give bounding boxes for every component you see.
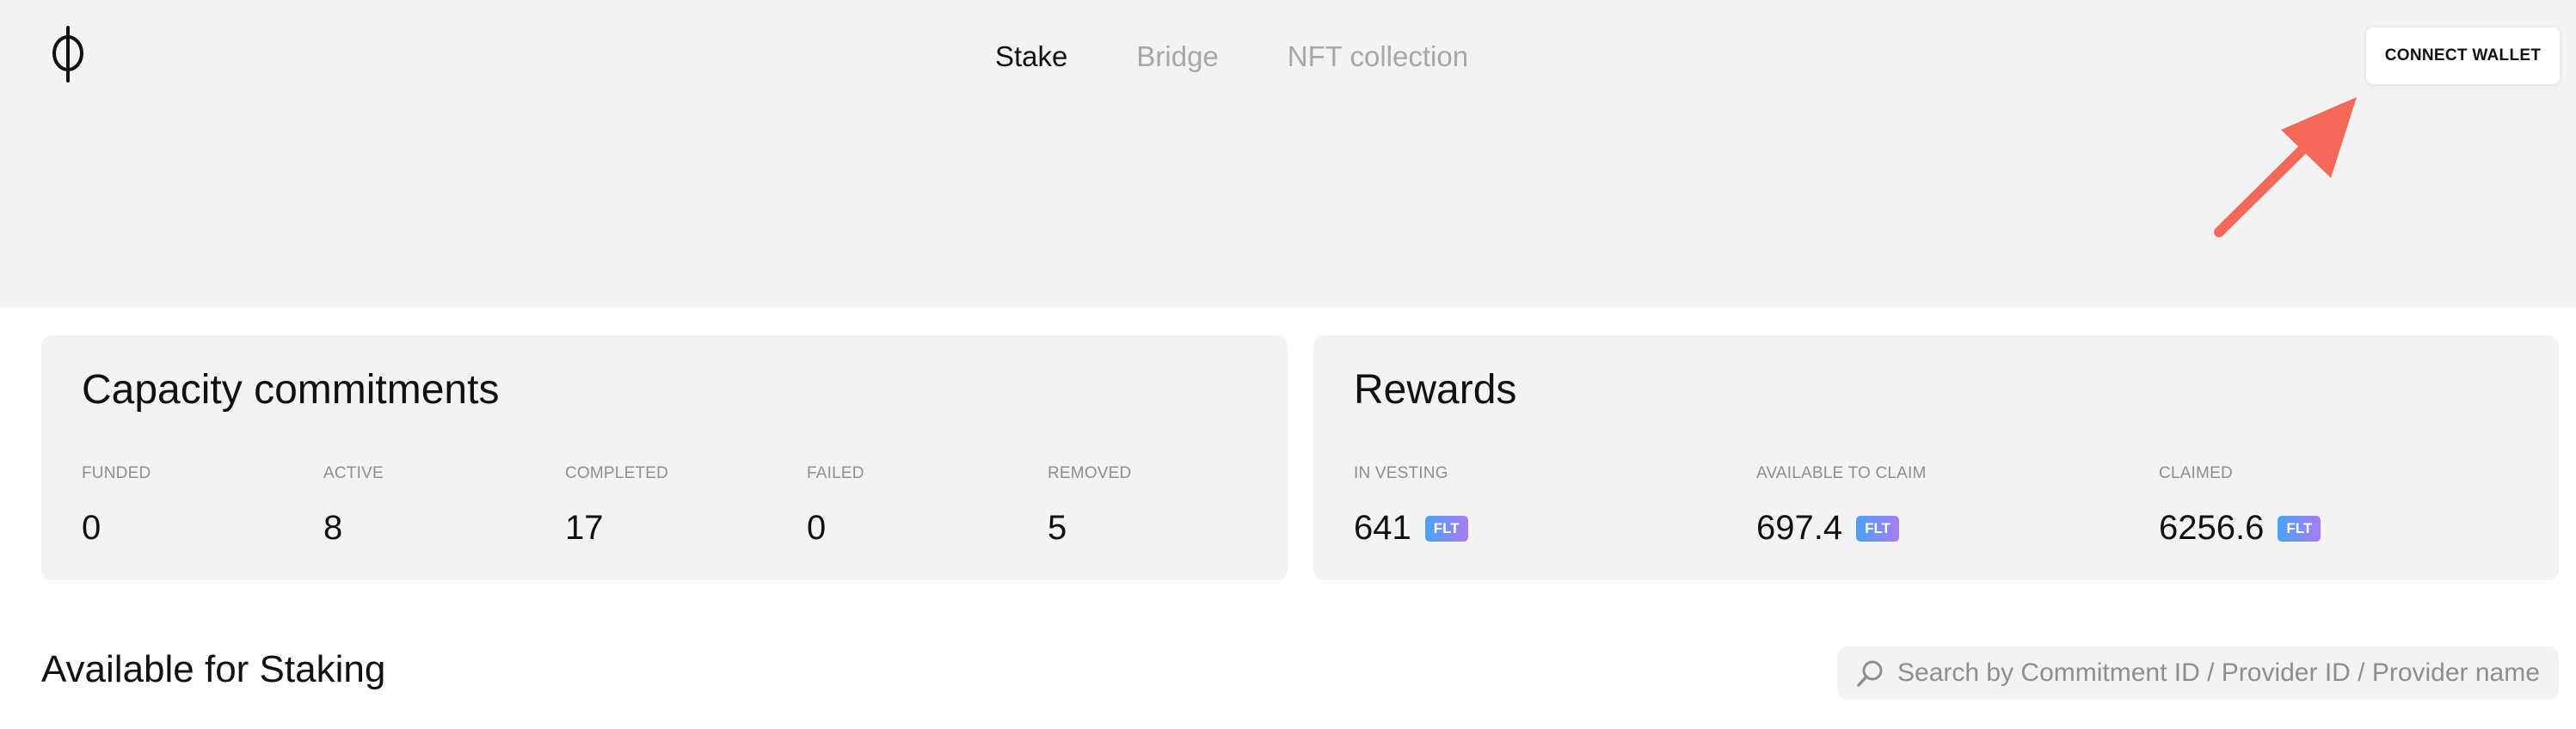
stat-number: 8 [323,509,343,547]
flt-token-badge: FLT [2278,515,2321,542]
nav-stake[interactable]: Stake [995,38,1067,76]
stat-label: AVAILABLE TO CLAIM [1756,464,1927,482]
rewards-card: Rewards IN VESTING 641 FLT AVAILABLE TO … [1313,335,2559,580]
stat-number: 17 [565,509,604,547]
stat-number: 5 [1048,509,1067,547]
stat-number: 0 [82,509,101,547]
capacity-commitments-card: Capacity commitments FUNDED 0 ACTIVE 8 C… [41,335,1288,580]
stat-label: REMOVED [1048,464,1132,482]
search-icon [1857,660,1883,687]
stat-removed: REMOVED 5 [1048,464,1131,548]
search-input[interactable] [1897,646,2542,700]
stat-label: FAILED [807,464,864,482]
capacity-commitments-title: Capacity commitments [82,367,500,413]
stat-value: 0 [807,509,864,548]
page-header: Stake Bridge NFT collection CONNECT WALL… [0,0,2576,308]
stat-value: 6256.6 FLT [2159,509,2321,548]
stat-label: ACTIVE [323,464,384,482]
connect-wallet-button[interactable]: CONNECT WALLET [2366,28,2560,84]
stat-number: 0 [807,509,827,547]
stat-label: COMPLETED [565,464,669,482]
stat-value: 0 [82,509,151,548]
main-nav: Stake Bridge NFT collection [995,38,1537,76]
stat-claimed: CLAIMED 6256.6 FLT [2159,464,2321,548]
stat-number: 697.4 [1756,509,1843,547]
search-bar [1837,646,2559,700]
stat-number: 641 [1354,509,1411,547]
stat-value: 5 [1048,509,1131,548]
stat-active: ACTIVE 8 [323,464,384,548]
stat-in-vesting: IN VESTING 641 FLT [1354,464,1468,548]
stat-label: IN VESTING [1354,464,1448,482]
nav-nft-collection[interactable]: NFT collection [1288,38,1468,76]
stat-value: 8 [323,509,384,548]
stat-value: 17 [565,509,668,548]
stat-completed: COMPLETED 17 [565,464,668,548]
stat-label: FUNDED [82,464,151,482]
stat-number: 6256.6 [2159,509,2265,547]
available-for-staking-title: Available for Staking [41,648,386,690]
nav-bridge[interactable]: Bridge [1136,38,1218,76]
arrow-pointer-icon [2214,97,2357,237]
stat-value: 641 FLT [1354,509,1468,548]
stat-available-to-claim: AVAILABLE TO CLAIM 697.4 FLT [1756,464,1927,548]
stat-funded: FUNDED 0 [82,464,151,548]
stat-failed: FAILED 0 [807,464,864,548]
rewards-title: Rewards [1354,367,1517,413]
flt-token-badge: FLT [1856,515,1900,542]
flt-token-badge: FLT [1424,515,1468,542]
phi-logo-icon[interactable] [46,24,89,84]
stat-label: CLAIMED [2159,464,2233,482]
stat-value: 697.4 FLT [1756,509,1927,548]
